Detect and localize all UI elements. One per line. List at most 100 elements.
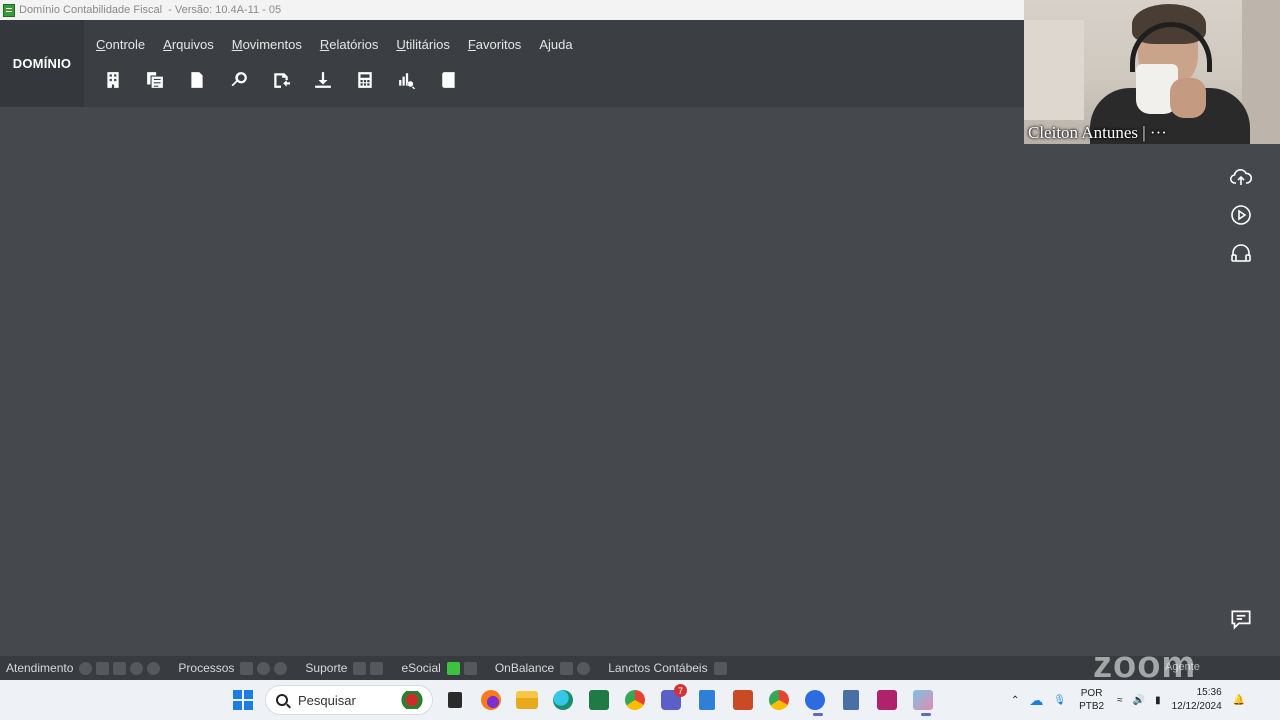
calculator-icon[interactable] [348, 65, 382, 95]
chat-icon[interactable] [1226, 604, 1256, 634]
status-indicator[interactable] [240, 661, 254, 675]
notification-bell-icon[interactable]: 🔔 [1233, 695, 1245, 706]
menu-item-text: tilitários [405, 37, 450, 52]
transfer-icon[interactable] [264, 65, 298, 95]
status-indicator[interactable] [147, 661, 161, 675]
taskbar-search[interactable]: Pesquisar [265, 685, 433, 715]
menu-item-text: avoritos [475, 37, 522, 52]
cloud-upload-icon[interactable] [1226, 162, 1256, 192]
chevron-up-icon[interactable]: ⌃ [1011, 695, 1019, 706]
toolbar [96, 65, 466, 95]
status-esocial[interactable]: eSocial [401, 661, 440, 675]
copy-docs-icon[interactable] [138, 65, 172, 95]
menu-item-text: uda [550, 37, 573, 52]
status-suporte[interactable]: Suporte [305, 661, 347, 675]
calculator-app-icon[interactable] [843, 690, 859, 710]
status-indicator[interactable] [463, 661, 477, 675]
teams-icon[interactable]: 7 [661, 684, 687, 710]
status-indicator[interactable] [560, 661, 574, 675]
menubar: Controle Arquivos Movimentos Relatórios Util… [96, 37, 573, 52]
wifi-icon[interactable]: ≈ [1117, 695, 1123, 706]
menu-item-accesskey: C [96, 37, 106, 52]
brand-logo[interactable]: DOMÍNIO [0, 20, 84, 107]
menu-item-accesskey: F [467, 37, 476, 52]
participant-name[interactable]: Cleiton Antunes | ··· [1028, 123, 1167, 143]
onenote-icon[interactable] [877, 690, 897, 710]
document-icon[interactable] [180, 65, 214, 95]
download-icon[interactable] [306, 65, 340, 95]
file-explorer-icon[interactable] [516, 691, 538, 709]
status-lanctos-contabeis[interactable]: Lanctos Contábeis [608, 661, 707, 675]
app-logo-icon [3, 3, 15, 17]
status-indicator[interactable] [370, 661, 384, 675]
dominio-app-icon[interactable] [913, 690, 933, 716]
taskbar-apps: Pesquisar 7 [224, 680, 941, 720]
menu-item-text: elatórios [329, 37, 379, 52]
building-icon[interactable] [96, 65, 130, 95]
clock-date: 12/12/2024 [1171, 701, 1222, 712]
menu-item[interactable]: Utilitários [396, 37, 449, 52]
menu-item-text: ovimentos [242, 37, 302, 52]
clock[interactable]: 15:36 12/12/2024 [1172, 686, 1222, 714]
headset-icon[interactable] [1226, 238, 1256, 268]
powerpoint-icon[interactable] [733, 690, 753, 710]
status-indicator[interactable] [577, 661, 591, 675]
menu-item-accesskey: A [163, 37, 172, 52]
system-tray: ⌃ ☁ 🎙 POR PTB2 ≈ 🔊 ▮ 15:36 12/12/2024 🔔 [1006, 680, 1250, 720]
status-indicator[interactable] [130, 661, 144, 675]
video-background [1024, 20, 1084, 120]
search-icon[interactable] [222, 65, 256, 95]
menu-item[interactable]: Relatórios [320, 37, 379, 52]
video-participant-tile[interactable]: Cleiton Antunes | ··· [1024, 0, 1280, 144]
participant-hand [1170, 78, 1206, 118]
notepad-icon[interactable] [699, 690, 715, 710]
menu-item-text: rquivos [171, 37, 214, 52]
status-indicator[interactable] [79, 661, 93, 675]
menu-item-text: ontrole [105, 37, 146, 52]
edge-icon[interactable] [553, 690, 573, 710]
menu-item-text: A [539, 37, 548, 52]
task-view-icon[interactable] [448, 692, 462, 708]
window-titlebar: Domínio Contabilidade Fiscal - Versão: 1… [0, 0, 1024, 20]
menu-item[interactable]: Favoritos [468, 37, 521, 52]
speaker-icon[interactable]: 🔊 [1133, 695, 1145, 706]
window-title: Domínio Contabilidade Fiscal - Versão: 1… [19, 4, 282, 16]
microphone-icon[interactable]: 🎙 [1053, 695, 1066, 706]
menu-item[interactable]: Ajuda [539, 37, 572, 52]
status-indicator[interactable] [96, 661, 110, 675]
menu-item[interactable]: Controle [96, 37, 145, 52]
clock-time: 15:36 [1196, 687, 1222, 698]
app-header: DOMÍNIO Controle Arquivos Movimentos Relató… [0, 20, 1024, 107]
esocial-status-indicator[interactable] [446, 661, 460, 675]
taskbar-search-placeholder: Pesquisar [298, 692, 356, 708]
status-indicator[interactable] [274, 661, 288, 675]
chrome-icon[interactable] [625, 690, 645, 710]
onedrive-icon[interactable]: ☁ [1029, 692, 1043, 709]
chrome-profile-icon[interactable] [769, 690, 789, 710]
zoom-app-icon[interactable] [805, 690, 825, 716]
firefox-icon[interactable] [481, 690, 501, 710]
menu-item[interactable]: Movimentos [232, 37, 302, 52]
side-icon-column [1226, 140, 1256, 276]
menu-item-accesskey: M [231, 37, 243, 52]
menu-item-accesskey: R [319, 37, 330, 52]
status-onbalance[interactable]: OnBalance [495, 661, 554, 675]
language-indicator[interactable]: POR PTB2 [1079, 687, 1104, 713]
menu-item[interactable]: Arquivos [163, 37, 214, 52]
menu-item-accesskey: U [396, 37, 406, 52]
play-icon[interactable] [1226, 200, 1256, 230]
book-icon[interactable] [432, 65, 466, 95]
status-agente[interactable]: Agente [1165, 661, 1200, 673]
status-indicator[interactable] [713, 661, 727, 675]
battery-icon[interactable]: ▮ [1155, 695, 1161, 706]
status-indicator[interactable] [353, 661, 367, 675]
chart-search-icon[interactable] [390, 65, 424, 95]
status-processos[interactable]: Processos [178, 661, 234, 675]
excel-icon[interactable] [589, 690, 609, 710]
windows-start-icon[interactable] [230, 687, 256, 713]
status-indicator[interactable] [257, 661, 271, 675]
status-indicator[interactable] [113, 661, 127, 675]
search-icon [276, 694, 288, 706]
status-atendimento[interactable]: Atendimento [6, 661, 73, 675]
search-highlight-icon [400, 691, 424, 709]
